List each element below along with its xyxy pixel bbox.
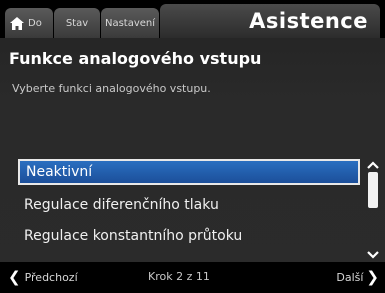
tab-stav-label: Stav: [65, 17, 89, 29]
list-item-label: Regulace diferenčního tlaku: [24, 197, 219, 213]
scrollbar-thumb[interactable]: [368, 172, 378, 208]
list-item-label: Regulace konstantního průtoku: [24, 228, 243, 244]
page-title: Funkce analogového vstupu: [9, 49, 262, 68]
next-button[interactable]: Další ❯: [336, 270, 379, 285]
back-button[interactable]: ❮ Předchozí: [8, 270, 78, 285]
scroll-up-icon[interactable]: [366, 159, 380, 171]
tab-bar: Do Stav Nastavení Asistence: [0, 0, 385, 38]
next-label: Další: [336, 271, 364, 284]
list-item-konstantni-prutok[interactable]: Regulace konstantního průtoku: [18, 223, 360, 249]
options-list: Neaktivní Regulace diferenčního tlaku Re…: [18, 159, 363, 257]
tab-home[interactable]: Do: [5, 8, 53, 38]
page-subtitle: Vyberte funkci analogového vstupu.: [12, 82, 211, 95]
back-label: Předchozí: [24, 271, 78, 284]
list-item-neaktivni[interactable]: Neaktivní: [18, 159, 360, 185]
chevron-left-icon: ❮: [8, 268, 21, 286]
tab-stav[interactable]: Stav: [54, 8, 100, 38]
home-icon: [10, 16, 24, 30]
chevron-right-icon: ❯: [366, 268, 379, 286]
scroll-down-icon[interactable]: [366, 249, 380, 261]
scrollbar[interactable]: [366, 159, 380, 261]
tab-home-label: Do: [28, 17, 42, 29]
tab-nastaveni[interactable]: Nastavení: [101, 8, 159, 38]
tab-asistence-label: Asistence: [249, 9, 368, 33]
tab-nastaveni-label: Nastavení: [104, 17, 156, 29]
tab-asistence[interactable]: Asistence: [160, 4, 380, 38]
footer-bar: ❮ Předchozí Krok 2 z 11 Další ❯: [0, 262, 385, 293]
screen: Do Stav Nastavení Asistence Funkce analo…: [0, 0, 385, 293]
list-item-label: Neaktivní: [26, 164, 93, 180]
step-indicator: Krok 2 z 11: [148, 270, 210, 283]
list-item-diferencni-tlak[interactable]: Regulace diferenčního tlaku: [18, 192, 360, 218]
